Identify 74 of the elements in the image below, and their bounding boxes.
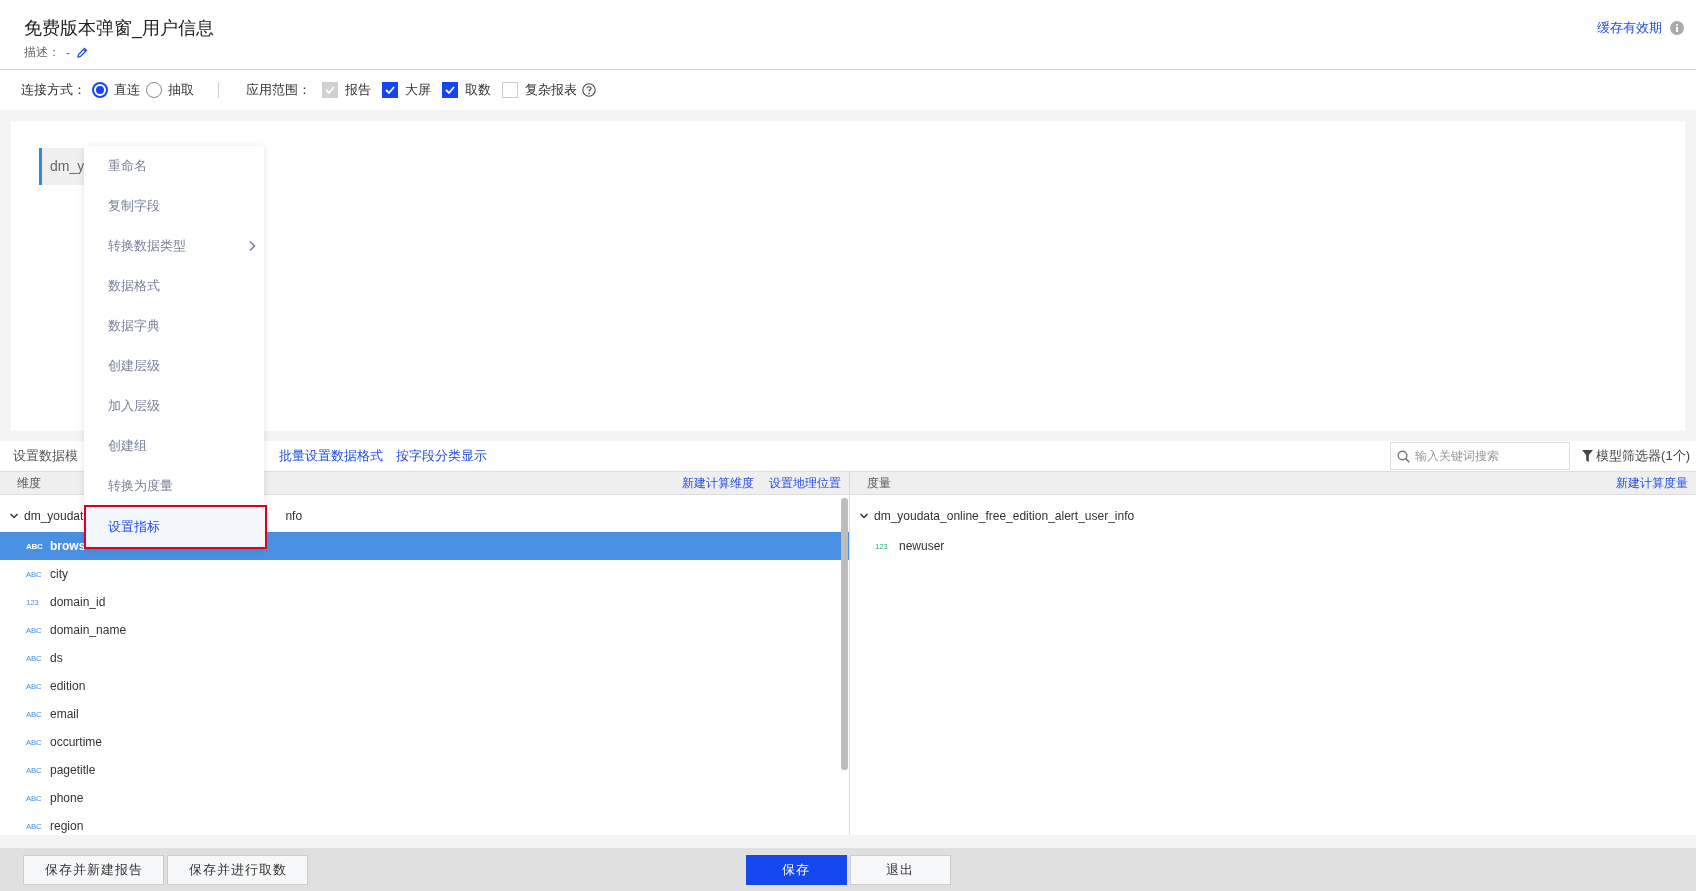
- panel-title: 度量: [867, 474, 891, 492]
- scope-label: 应用范围：: [246, 81, 311, 99]
- help-icon[interactable]: [582, 83, 596, 97]
- field-type-icon: ABC: [26, 765, 50, 775]
- menu-item[interactable]: 设置指标: [84, 505, 267, 549]
- checkbox-label: 复杂报表: [525, 81, 577, 99]
- search-field[interactable]: 输入关键词搜索: [1390, 442, 1571, 470]
- connection-label: 连接方式：: [21, 81, 86, 99]
- chevron-down-icon[interactable]: [859, 511, 869, 521]
- tick-icon: [384, 84, 396, 96]
- description-label: 描述：: [24, 44, 60, 61]
- chevron-down-icon[interactable]: [9, 511, 19, 521]
- scrollbar[interactable]: [841, 498, 848, 770]
- field-type-icon: ABC: [26, 821, 50, 831]
- field-row[interactable]: ABC edition: [0, 672, 849, 700]
- checkbox[interactable]: [442, 82, 458, 98]
- field-row[interactable]: ABC pagetitle: [0, 756, 849, 784]
- group-label[interactable]: nfo: [285, 509, 303, 523]
- pencil-icon[interactable]: [76, 46, 88, 59]
- field-type-icon: ABC: [26, 653, 50, 663]
- field-type-icon: ABC: [26, 625, 50, 635]
- tick-icon: [444, 84, 456, 96]
- header-link[interactable]: 新建计算度量: [1616, 474, 1688, 492]
- radio-label: 抽取: [168, 81, 194, 99]
- toolbar-link[interactable]: 批量设置数据格式: [279, 447, 383, 465]
- menu-item[interactable]: 复制字段: [84, 186, 264, 226]
- toolbar-link[interactable]: 按字段分类显示: [396, 447, 487, 465]
- menu-item[interactable]: 加入层级: [84, 386, 264, 426]
- menu-item[interactable]: 创建层级: [84, 346, 264, 386]
- field-row[interactable]: 123 newuser: [850, 532, 1696, 560]
- header-link[interactable]: 设置地理位置: [769, 474, 841, 492]
- field-type-icon: 123: [875, 541, 899, 551]
- group-label[interactable]: dm_youdat: [24, 509, 84, 523]
- page-title: 免费版本弹窗_用户信息: [24, 17, 214, 39]
- field-row[interactable]: ABC domain_name: [0, 616, 849, 644]
- group-label[interactable]: dm_youdata_online_free_edition_alert_user_info: [874, 509, 1135, 523]
- field-type-icon: ABC: [26, 709, 50, 719]
- menu-item[interactable]: 转换为度量: [84, 466, 264, 506]
- footer-button[interactable]: 保存并新建报告: [23, 854, 164, 885]
- field-type-icon: ABC: [26, 793, 50, 803]
- menu-item[interactable]: 数据字典: [84, 306, 264, 346]
- checkbox[interactable]: [382, 82, 398, 98]
- save-button[interactable]: 保存: [745, 854, 847, 885]
- field-row[interactable]: ABC region: [0, 812, 849, 835]
- field-type-icon: ABC: [26, 681, 50, 691]
- radio-button[interactable]: [92, 82, 108, 98]
- menu-item[interactable]: 数据格式: [84, 266, 264, 306]
- field-type-icon: ABC: [26, 569, 50, 579]
- cache-validity-link[interactable]: 缓存有效期: [1597, 19, 1662, 37]
- checkbox-label: 报告: [345, 81, 371, 99]
- description-value: -: [66, 45, 70, 60]
- search-icon: [1397, 450, 1411, 463]
- field-row[interactable]: ABC city: [0, 560, 849, 588]
- menu-item[interactable]: 转换数据类型: [84, 226, 264, 266]
- radio-label: 直连: [114, 81, 140, 99]
- panel-title: 维度: [17, 474, 41, 492]
- menu-item[interactable]: 创建组: [84, 426, 264, 466]
- footer-button[interactable]: 退出: [849, 854, 951, 885]
- radio-button[interactable]: [146, 82, 162, 98]
- field-row[interactable]: ABC email: [0, 700, 849, 728]
- field-row[interactable]: ABC occurtime: [0, 728, 849, 756]
- field-row[interactable]: ABC phone: [0, 784, 849, 812]
- field-type-icon: ABC: [26, 737, 50, 747]
- field-type-icon: ABC: [26, 541, 50, 551]
- checkbox-label: 取数: [465, 81, 491, 99]
- filter-button[interactable]: 模型筛选器(1个): [1570, 442, 1696, 470]
- toolbar-label: 设置数据模: [13, 447, 78, 465]
- field-type-icon: 123: [26, 597, 50, 607]
- funnel-icon: [1582, 450, 1594, 462]
- field-row[interactable]: ABC ds: [0, 644, 849, 672]
- field-row[interactable]: 123 domain_id: [0, 588, 849, 616]
- checkbox-label: 大屏: [405, 81, 431, 99]
- footer-button[interactable]: 保存并进行取数: [167, 854, 308, 885]
- header-link[interactable]: 新建计算维度: [682, 474, 754, 492]
